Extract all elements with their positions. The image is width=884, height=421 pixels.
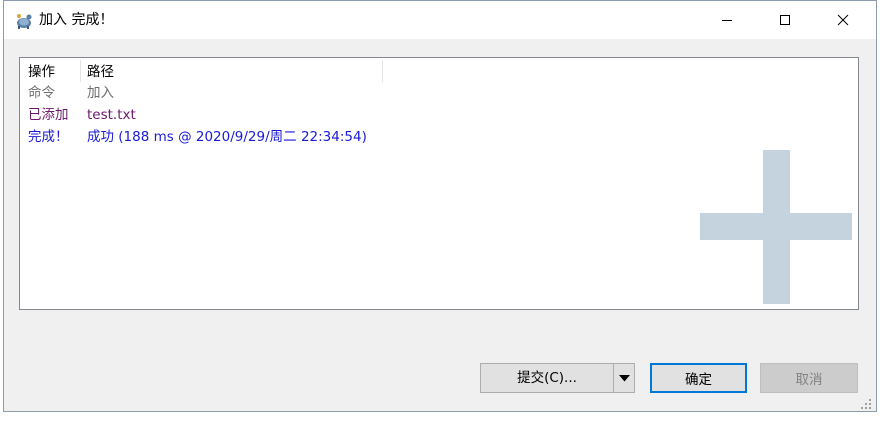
commit-button[interactable]: 提交(C)... <box>481 364 613 392</box>
column-divider[interactable] <box>382 60 383 82</box>
log-row-added[interactable]: 已添加 test.txt <box>20 104 858 126</box>
resize-grip-icon[interactable] <box>859 397 873 411</box>
column-divider[interactable] <box>80 60 81 82</box>
log-action: 已添加 <box>28 107 69 123</box>
title-bar[interactable]: 加入 完成！ <box>4 1 876 39</box>
log-path: 加入 <box>87 85 114 101</box>
commit-split-button[interactable]: 提交(C)... <box>480 363 635 393</box>
column-header-action[interactable]: 操作 <box>28 62 55 82</box>
column-header-path[interactable]: 路径 <box>87 62 114 82</box>
log-row-finished[interactable]: 完成！ 成功 (188 ms @ 2020/9/29/周二 22:34:54) <box>20 126 858 148</box>
log-path: test.txt <box>87 107 136 123</box>
dialog-window: 加入 完成！ 操作 路径 命令 加入 已添加 test.txt 完成！ 成功 (… <box>3 0 877 412</box>
close-icon <box>837 14 849 26</box>
log-list[interactable]: 操作 路径 命令 加入 已添加 test.txt 完成！ 成功 (188 ms … <box>19 57 859 310</box>
minimize-button[interactable] <box>698 1 756 39</box>
split-divider <box>613 364 614 392</box>
plus-icon <box>700 150 852 304</box>
close-button[interactable] <box>814 1 872 39</box>
ok-button[interactable]: 确定 <box>650 363 747 393</box>
tortoise-app-icon <box>17 14 32 29</box>
maximize-button[interactable] <box>756 1 814 39</box>
window-title: 加入 完成！ <box>39 12 114 28</box>
maximize-icon <box>780 15 790 25</box>
log-path: 成功 (188 ms @ 2020/9/29/周二 22:34:54) <box>87 129 367 145</box>
dropdown-arrow-icon[interactable] <box>619 375 630 382</box>
log-action: 命令 <box>28 85 55 101</box>
log-action: 完成！ <box>28 129 69 145</box>
cancel-button: 取消 <box>760 363 858 393</box>
log-row-command[interactable]: 命令 加入 <box>20 82 858 104</box>
minimize-icon <box>722 20 732 21</box>
